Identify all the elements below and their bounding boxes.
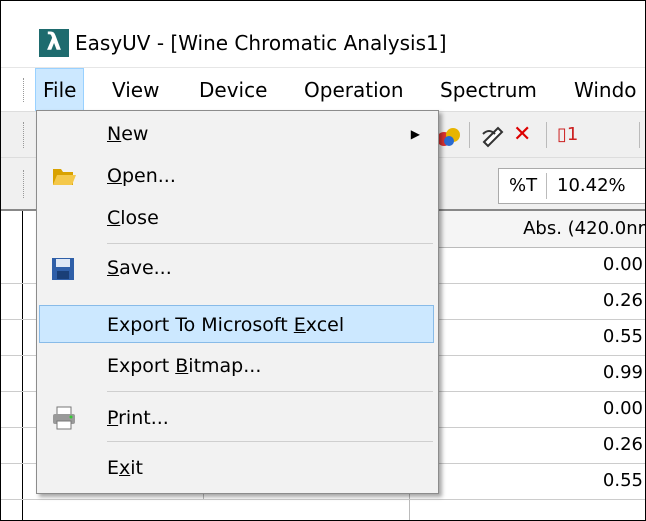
- toolbar-separator: [639, 122, 640, 148]
- app-logo-icon: λ: [39, 29, 69, 57]
- menu-item-label: Export Bitmap...: [107, 355, 262, 377]
- abs-header-label: Abs. (420.0nr: [523, 218, 645, 239]
- folder-open-icon: [51, 163, 77, 189]
- menu-item-label: Export To Microsoft Excel: [107, 314, 345, 336]
- menu-operation[interactable]: Operation: [297, 68, 411, 112]
- menu-spectrum-label: Spectrum: [440, 78, 537, 102]
- menu-file[interactable]: File: [35, 68, 85, 112]
- menu-item-label: Open...: [107, 165, 176, 187]
- menu-device-label: Device: [199, 78, 268, 102]
- abs-value: 0.26: [602, 434, 643, 455]
- file-menu-dropdown: New ▶ Open... Close Save... Export To Mi…: [36, 110, 439, 494]
- menu-spectrum[interactable]: Spectrum: [433, 68, 544, 112]
- menu-separator: [107, 441, 433, 442]
- menu-separator: [107, 243, 433, 244]
- title-bar: λ EasyUV - [Wine Chromatic Analysis1]: [1, 1, 645, 67]
- submenu-arrow-icon: ▶: [410, 127, 420, 141]
- abs-value: 0.00: [602, 254, 643, 275]
- menu-item-label: Exit: [107, 457, 143, 479]
- abs-value: 0.55: [602, 326, 643, 347]
- toolbar-grip[interactable]: [23, 170, 28, 198]
- menu-device[interactable]: Device: [192, 68, 274, 112]
- menu-separator: [107, 391, 433, 392]
- menu-view-label: View: [112, 78, 160, 102]
- transmittance-readout: %T 10.42%: [498, 168, 645, 204]
- abs-value: 0.55: [602, 470, 643, 491]
- menu-item-open[interactable]: Open...: [39, 157, 434, 195]
- menu-item-label: New: [107, 123, 149, 145]
- sample-1-icon[interactable]: ▯1: [557, 112, 578, 158]
- menu-item-close[interactable]: Close: [39, 199, 434, 237]
- menu-item-label: Save...: [107, 257, 172, 279]
- app-window: λ EasyUV - [Wine Chromatic Analysis1] Fi…: [0, 0, 646, 521]
- menu-file-label: File: [43, 78, 77, 102]
- menu-grip[interactable]: [23, 78, 28, 102]
- menu-item-export-bitmap[interactable]: Export Bitmap...: [39, 347, 434, 385]
- abs-value: 0.26: [602, 290, 643, 311]
- menu-item-label: Print...: [107, 407, 169, 429]
- pct-label: %T: [509, 175, 538, 196]
- menu-item-export-excel[interactable]: Export To Microsoft Excel: [39, 305, 434, 343]
- menu-bar: File View Device Operation Spectrum Wind…: [1, 67, 645, 112]
- pct-value: 10.42%: [557, 175, 626, 196]
- abs-column-header[interactable]: Abs. (420.0nr: [409, 211, 645, 248]
- menu-window-label: Windo: [574, 78, 637, 102]
- pct-divider: [546, 173, 547, 199]
- menu-item-label: Close: [107, 207, 159, 229]
- menu-item-exit[interactable]: Exit: [39, 449, 434, 487]
- delete-x-icon[interactable]: ✕: [513, 112, 531, 158]
- floppy-disk-icon: [51, 255, 77, 281]
- abs-value: 0.99: [602, 362, 643, 383]
- menu-item-save[interactable]: Save...: [39, 249, 434, 287]
- toolbar-separator: [546, 122, 547, 148]
- abs-value: 0.00: [602, 398, 643, 419]
- window-title: EasyUV - [Wine Chromatic Analysis1]: [75, 31, 447, 55]
- menu-operation-label: Operation: [304, 78, 404, 102]
- printer-icon: [51, 405, 77, 431]
- toolbar-grip[interactable]: [23, 122, 28, 148]
- menu-item-print[interactable]: Print...: [39, 399, 434, 437]
- menu-window[interactable]: Windo: [567, 68, 644, 112]
- toolbar-separator: [469, 122, 470, 148]
- menu-view[interactable]: View: [105, 68, 166, 112]
- menu-item-new[interactable]: New ▶: [39, 115, 434, 153]
